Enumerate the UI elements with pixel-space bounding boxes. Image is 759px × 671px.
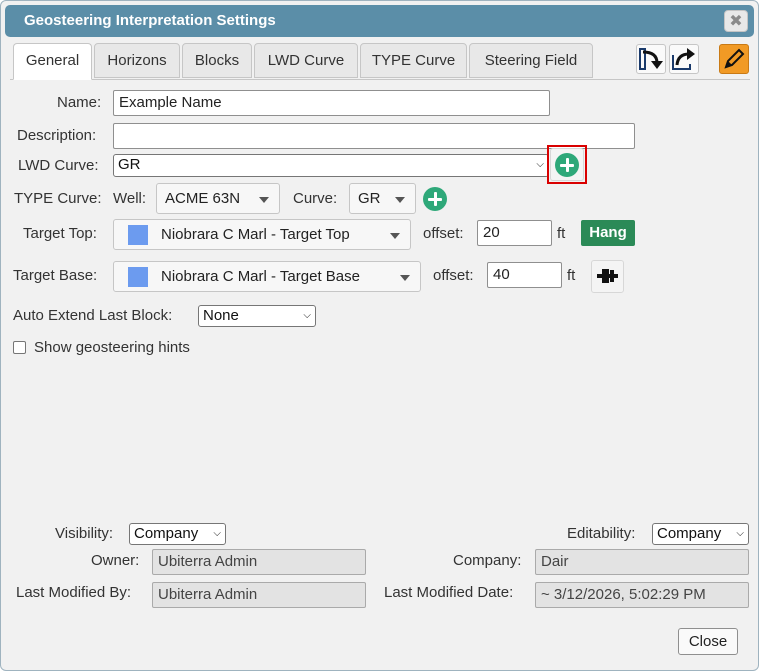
target-top-value: Niobrara C Marl - Target Top	[161, 226, 350, 243]
modified-date-field: ~ 3/12/2026, 5:02:29 PM	[535, 582, 749, 608]
base-offset-field[interactable]: 40	[487, 262, 562, 288]
auto-extend-select[interactable]: None ⌵	[198, 305, 316, 327]
tab-lwd-curve[interactable]: LWD Curve	[254, 43, 358, 78]
name-field[interactable]: Example Name	[113, 90, 550, 116]
close-icon[interactable]: ✖	[724, 10, 748, 32]
edit-button[interactable]	[719, 44, 749, 74]
modified-date-label: Last Modified Date:	[384, 584, 514, 601]
modified-by-field: Ubiterra Admin	[152, 582, 366, 608]
top-offset-field[interactable]: 20	[477, 220, 552, 246]
share-button[interactable]	[669, 44, 699, 74]
hang-button[interactable]: Hang	[581, 220, 635, 246]
modified-by-label: Last Modified By:	[16, 584, 132, 601]
owner-field: Ubiterra Admin	[152, 549, 366, 575]
caret-down-icon	[259, 197, 269, 203]
auto-extend-label: Auto Extend Last Block:	[13, 307, 173, 324]
tab-blocks[interactable]: Blocks	[182, 43, 252, 78]
anchor-button[interactable]	[591, 260, 624, 293]
settings-dialog: Geosteering Interpretation Settings ✖ Ge…	[0, 0, 759, 671]
top-offset-label: offset:	[423, 225, 464, 242]
description-label: Description:	[17, 127, 97, 144]
tab-type-curve[interactable]: TYPE Curve	[360, 43, 467, 78]
target-base-dropdown[interactable]: Niobrara C Marl - Target Base	[113, 261, 421, 292]
close-button[interactable]: Close	[678, 628, 738, 655]
horizon-color-swatch	[128, 267, 148, 287]
chevron-down-icon: ⌵	[736, 528, 744, 539]
import-arrow-icon	[639, 48, 663, 70]
auto-extend-value: None	[203, 307, 239, 324]
base-offset-unit: ft	[567, 267, 576, 284]
horizon-color-swatch	[128, 225, 148, 245]
tab-steering-field[interactable]: Steering Field	[469, 43, 593, 78]
visibility-label: Visibility:	[55, 525, 114, 542]
editability-label: Editability:	[567, 525, 636, 542]
lwd-curve-select[interactable]: GR ⌵	[113, 154, 549, 177]
chevron-down-icon: ⌵	[213, 528, 221, 539]
anchor-plug-icon	[597, 269, 618, 283]
well-dropdown[interactable]: ACME 63N	[156, 183, 280, 214]
chevron-down-icon: ⌵	[303, 310, 311, 321]
well-value: ACME 63N	[165, 190, 241, 207]
base-offset-label: offset:	[433, 267, 474, 284]
editability-select[interactable]: Company ⌵	[652, 523, 749, 545]
add-type-curve-icon[interactable]	[423, 187, 447, 211]
share-arrow-icon	[672, 48, 695, 70]
target-base-value: Niobrara C Marl - Target Base	[161, 268, 360, 285]
type-curve-label: TYPE Curve:	[14, 190, 102, 207]
editability-value: Company	[657, 525, 722, 542]
target-base-label: Target Base:	[13, 267, 98, 284]
name-label: Name:	[57, 94, 102, 111]
import-button[interactable]	[636, 44, 666, 74]
visibility-value: Company	[134, 525, 199, 542]
caret-down-icon	[390, 233, 400, 239]
add-icon	[555, 153, 579, 177]
hints-label: Show geosteering hints	[34, 339, 190, 356]
well-label: Well:	[113, 190, 147, 207]
lwd-curve-value: GR	[118, 156, 141, 173]
tab-horizons[interactable]: Horizons	[94, 43, 180, 78]
company-field: Dair	[535, 549, 749, 575]
owner-label: Owner:	[91, 552, 140, 569]
caret-down-icon	[395, 197, 405, 203]
dialog-title: Geosteering Interpretation Settings	[24, 12, 276, 29]
target-top-label: Target Top:	[23, 225, 97, 242]
add-lwd-curve-button[interactable]	[550, 148, 584, 181]
target-top-dropdown[interactable]: Niobrara C Marl - Target Top	[113, 219, 411, 250]
caret-down-icon	[400, 275, 410, 281]
curve-label: Curve:	[293, 190, 338, 207]
curve-dropdown[interactable]: GR	[349, 183, 416, 214]
curve-value: GR	[358, 190, 381, 207]
tab-general[interactable]: General	[13, 43, 92, 80]
pencil-icon	[724, 48, 745, 69]
chevron-down-icon: ⌵	[536, 159, 544, 170]
top-offset-unit: ft	[557, 225, 566, 242]
visibility-select[interactable]: Company ⌵	[129, 523, 226, 545]
hints-checkbox[interactable]	[13, 341, 26, 354]
lwd-curve-label: LWD Curve:	[18, 157, 99, 174]
company-label: Company:	[453, 552, 522, 569]
dialog-titlebar: Geosteering Interpretation Settings ✖	[5, 5, 754, 37]
